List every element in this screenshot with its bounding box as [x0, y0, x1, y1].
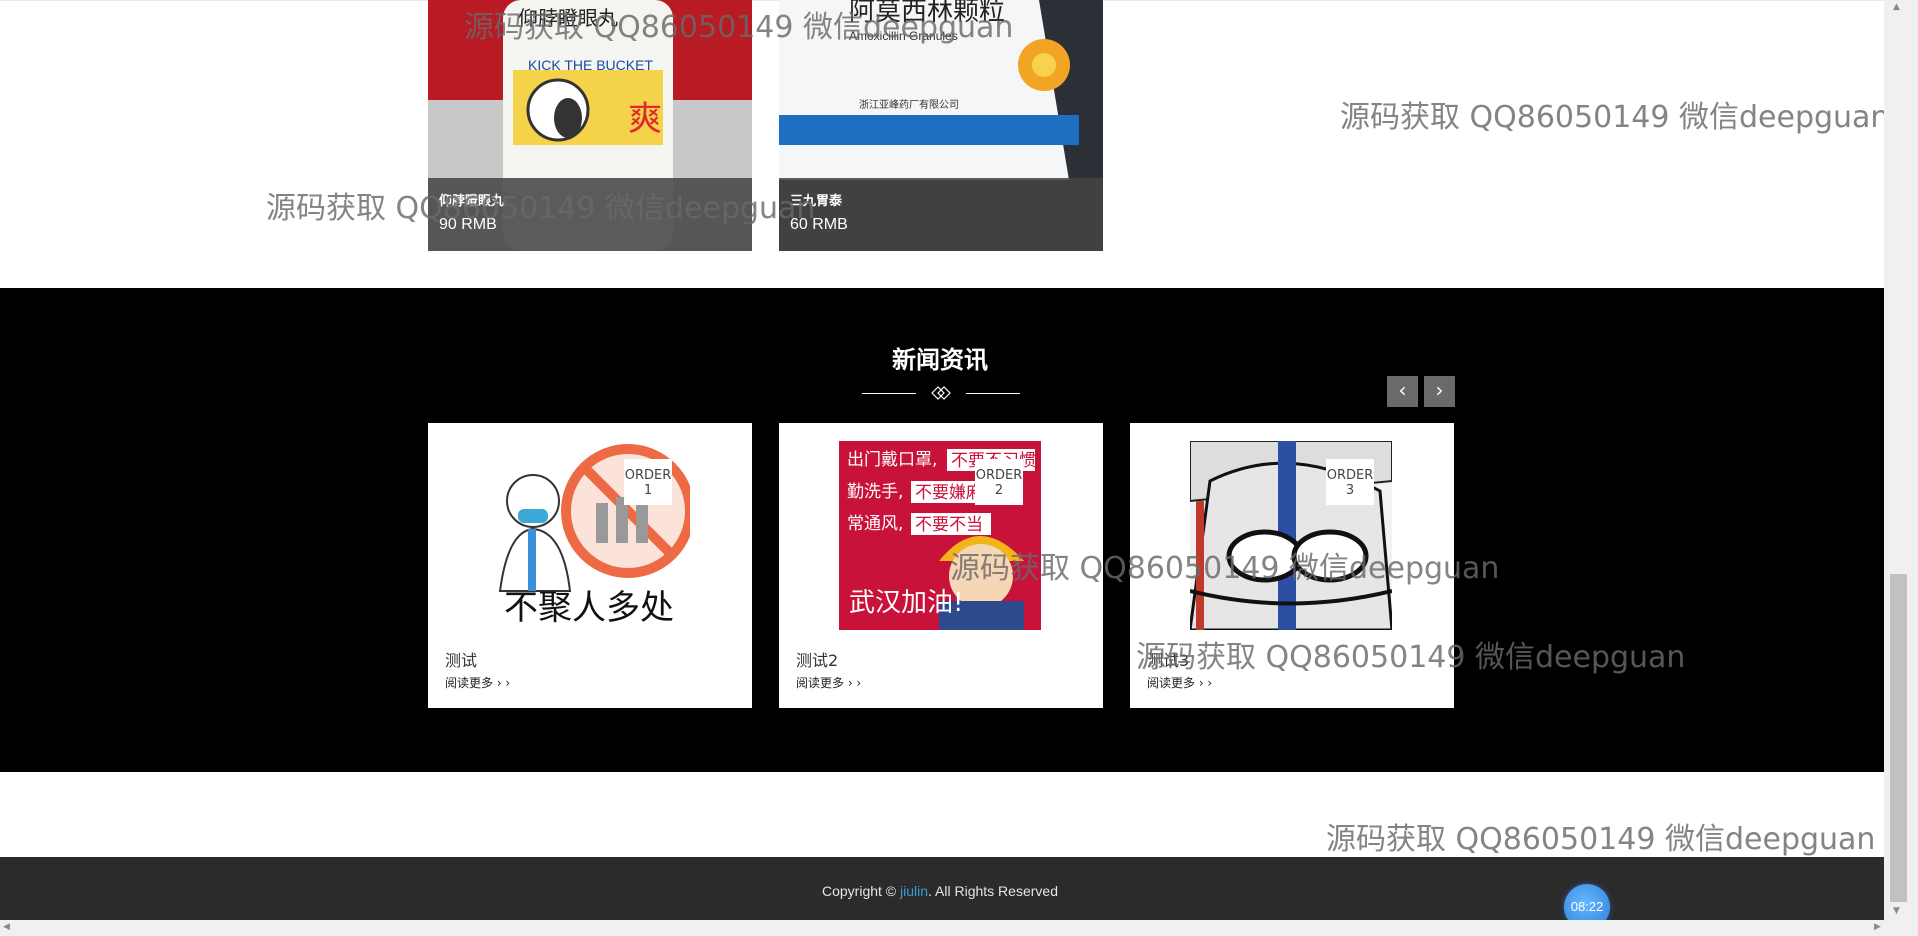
svg-text:KICK THE BUCKET: KICK THE BUCKET	[528, 57, 653, 73]
svg-text:Amoxicillin Granules: Amoxicillin Granules	[849, 29, 958, 43]
read-more-link[interactable]: 阅读更多 › ›	[445, 674, 510, 691]
news-section-title: 新闻资讯	[892, 346, 988, 374]
vertical-scrollbar-thumb[interactable]	[1890, 574, 1907, 902]
svg-text:仰脖瞪眼丸: 仰脖瞪眼丸	[518, 6, 618, 30]
divider-ornament-icon	[931, 386, 951, 400]
brand-link[interactable]: jiulin	[900, 883, 928, 899]
product-card-1[interactable]: 爽 仰脖瞪眼丸 KICK THE BUCKET 仰脖瞪眼丸 90 RMB	[428, 0, 752, 251]
svg-text:出门戴口罩,: 出门戴口罩,	[847, 450, 937, 470]
news-card-2[interactable]: 出门戴口罩, 不要不习惯 勤洗手, 不要嫌麻烦 常通风, 不要不当 武汉加油! …	[779, 423, 1103, 708]
svg-text:勤洗手,: 勤洗手,	[847, 482, 903, 502]
carousel-prev-button[interactable]: ‹	[1387, 376, 1418, 407]
watermark: 源码获取 QQ86050149 微信deepguan	[1326, 822, 1876, 857]
order-badge: ORDER 1	[624, 459, 672, 505]
product-name: 仰脖瞪眼丸	[439, 194, 505, 209]
watermark: 源码获取 QQ86050149 微信deepguan	[1340, 100, 1890, 135]
svg-text:爽: 爽	[628, 99, 662, 139]
news-title: 测试2	[796, 651, 839, 670]
news-section: 新闻资讯 ‹ › 不聚人多处 ORDER 1 测试 阅读更多 › › 出门戴口罩…	[0, 288, 1884, 772]
svg-text:不聚人多处: 不聚人多处	[504, 588, 674, 628]
read-more-link[interactable]: 阅读更多 › ›	[796, 674, 861, 691]
svg-text:不要不当: 不要不当	[915, 515, 983, 535]
carousel-next-button[interactable]: ›	[1424, 376, 1455, 407]
product-caption: 三九胃泰 60 RMB	[779, 178, 1103, 251]
order-badge: ORDER 3	[1326, 459, 1374, 505]
order-badge: ORDER 2	[975, 459, 1023, 505]
news-title: 测试3	[1147, 651, 1190, 670]
product-card-2[interactable]: 阿莫西林颗粒 Amoxicillin Granules 浙江亚峰药厂有限公司 三…	[779, 0, 1103, 251]
svg-text:阿莫西林颗粒: 阿莫西林颗粒	[849, 0, 1005, 27]
read-more-link[interactable]: 阅读更多 › ›	[1147, 674, 1212, 691]
title-divider	[862, 386, 1020, 400]
news-card-1[interactable]: 不聚人多处 ORDER 1 测试 阅读更多 › ›	[428, 423, 752, 708]
product-price: 90 RMB	[439, 216, 497, 233]
scroll-left-icon[interactable]: ◀	[3, 922, 10, 932]
news-card-3[interactable]: ORDER 3 测试3 阅读更多 › ›	[1130, 423, 1454, 708]
order-badge-text: ORDER 1	[624, 468, 672, 498]
scroll-down-icon[interactable]: ▼	[1893, 906, 1900, 916]
product-price: 60 RMB	[790, 216, 848, 233]
order-badge-text: ORDER 3	[1326, 468, 1374, 498]
product-name: 三九胃泰	[790, 194, 843, 209]
scroll-right-icon[interactable]: ▶	[1874, 922, 1881, 932]
scroll-up-icon[interactable]: ▲	[1893, 2, 1900, 12]
svg-text:常通风,: 常通风,	[847, 514, 903, 534]
order-badge-text: ORDER 2	[975, 468, 1023, 498]
svg-text:武汉加油!: 武汉加油!	[849, 588, 963, 618]
horizontal-scrollbar[interactable]	[0, 920, 1918, 936]
copyright-suffix: . All Rights Reserved	[928, 883, 1058, 899]
news-title: 测试	[445, 651, 478, 670]
product-caption: 仰脖瞪眼丸 90 RMB	[428, 178, 752, 251]
svg-text:浙江亚峰药厂有限公司: 浙江亚峰药厂有限公司	[859, 98, 959, 111]
copyright-prefix: Copyright ©	[822, 883, 901, 899]
